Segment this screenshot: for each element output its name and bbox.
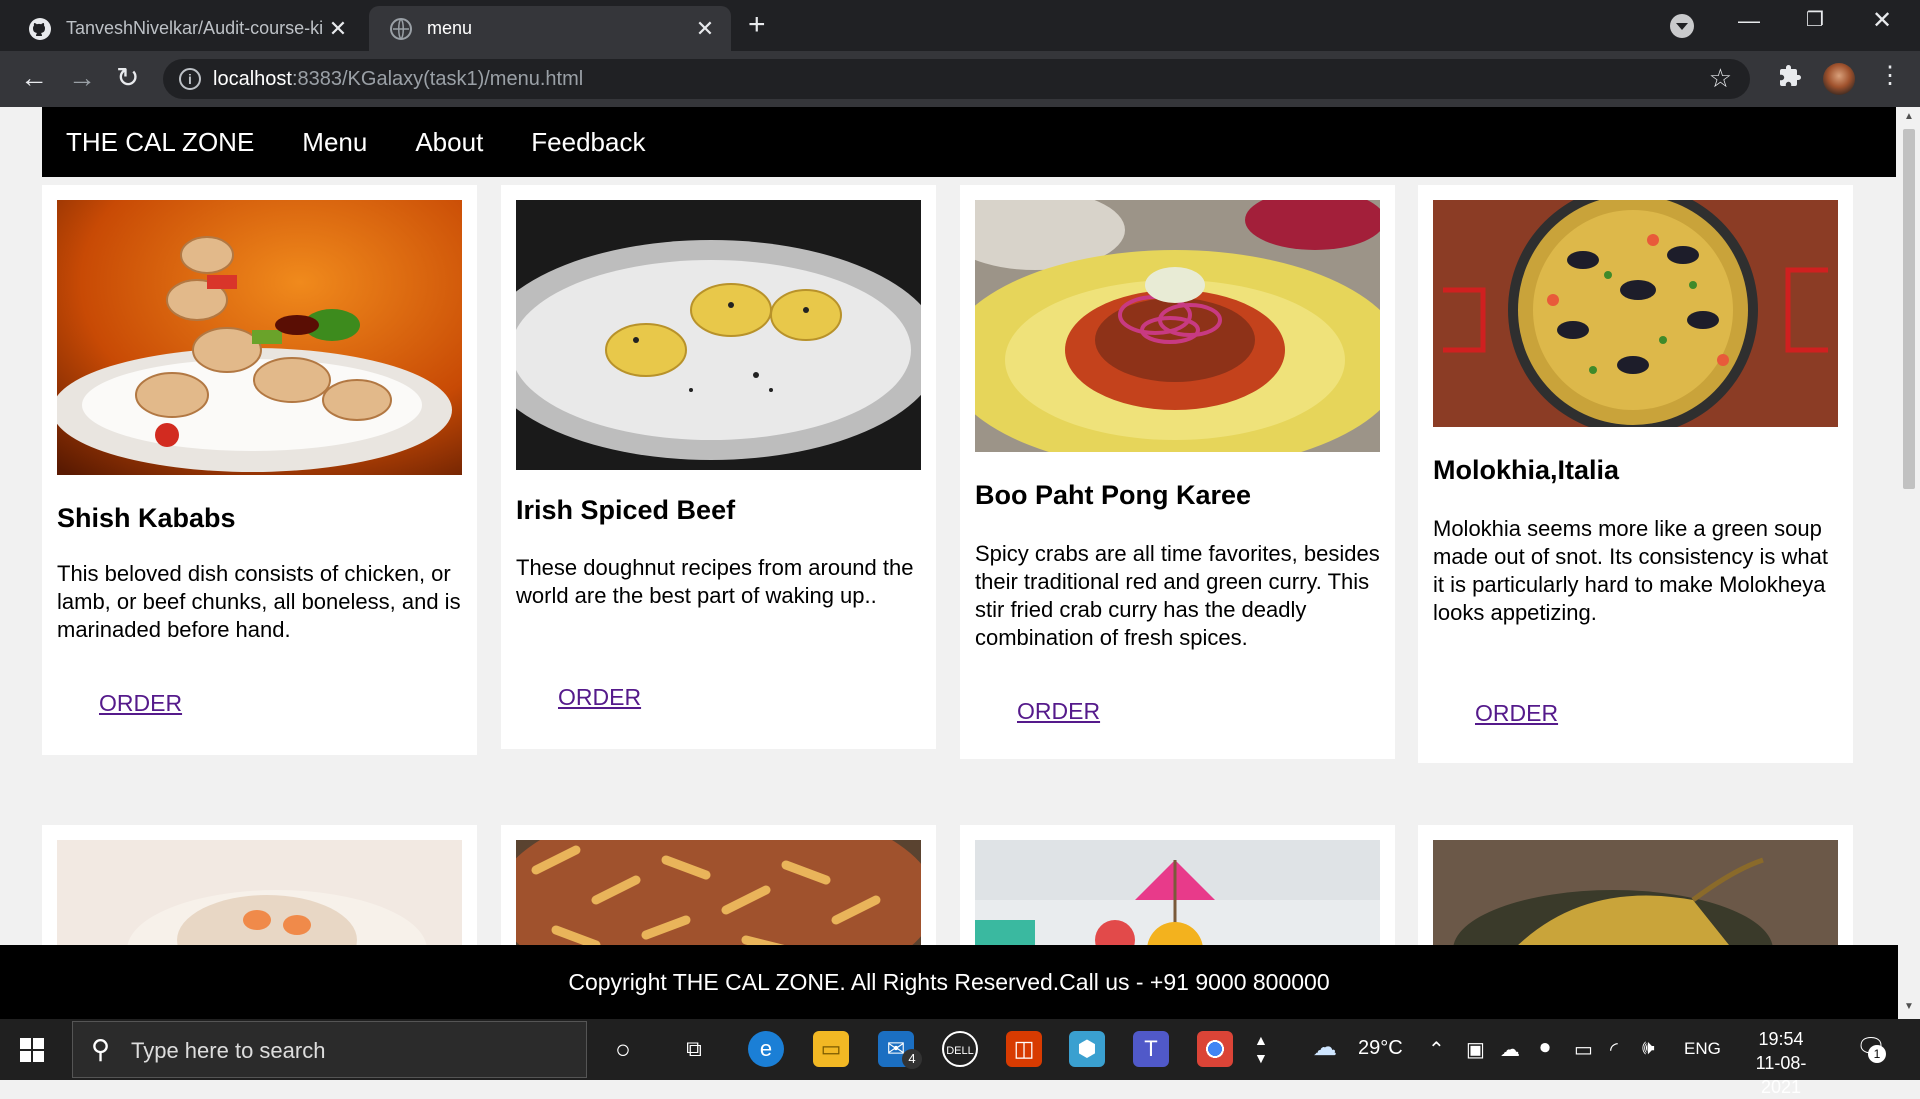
wifi-icon[interactable]: ◜ — [1610, 1037, 1618, 1062]
new-tab-icon[interactable]: + — [748, 8, 766, 42]
card-description: These doughnut recipes from around the w… — [516, 555, 914, 608]
pineapple-dessert-image — [1433, 840, 1838, 960]
card-title: Irish Spiced Beef — [516, 495, 736, 525]
restore-icon[interactable]: ❐ — [1806, 9, 1824, 31]
forward-icon[interactable]: → — [68, 61, 96, 95]
url-text[interactable]: localhost:8383/KGalaxy(task1)/menu.html — [213, 68, 583, 91]
site-navbar: THE CAL ZONE Menu About Feedback — [42, 107, 1896, 177]
clock-date: 11-08-2021 — [1755, 1053, 1807, 1097]
close-tab-icon[interactable]: ✕ — [693, 16, 717, 42]
close-window-icon[interactable]: ✕ — [1872, 9, 1892, 33]
profile-avatar[interactable] — [1823, 63, 1855, 95]
card-title: Boo Paht Pong Karee — [975, 480, 1252, 510]
teams-icon[interactable]: T — [1133, 1031, 1169, 1067]
site-info-icon[interactable]: i — [179, 68, 201, 90]
search-placeholder: Type here to search — [131, 1038, 326, 1063]
microphone-icon[interactable]: ⏺ — [1540, 1037, 1550, 1060]
globe-icon — [390, 17, 412, 40]
close-tab-icon[interactable]: ✕ — [326, 16, 350, 42]
nav-feedback[interactable]: Feedback — [531, 127, 645, 158]
boo-paht-pong-karee-image — [975, 200, 1380, 452]
nav-menu[interactable]: Menu — [302, 127, 367, 158]
tab-menu[interactable]: menu ✕ — [369, 6, 731, 51]
office-icon[interactable]: ◫ — [1006, 1031, 1042, 1067]
menu-card: Shish Kababs This beloved dish consists … — [42, 185, 477, 755]
penne-pasta-image — [516, 840, 921, 960]
page-scrollbar[interactable]: ▲ ▼ — [1898, 107, 1920, 1019]
show-hidden-icons[interactable]: ⌃ — [1428, 1037, 1445, 1062]
file-explorer-icon[interactable]: ▭ — [813, 1031, 849, 1067]
order-link[interactable]: ORDER — [1475, 700, 1558, 727]
dell-icon[interactable]: DELL — [942, 1031, 978, 1067]
page-viewport: THE CAL ZONE Menu About Feedback Shish K… — [0, 107, 1898, 1019]
chrome-menu-icon[interactable]: ⋮ — [1878, 61, 1902, 90]
order-link[interactable]: ORDER — [99, 690, 182, 717]
tab-search-icon[interactable] — [1670, 14, 1694, 38]
notification-center-icon[interactable]: 🗨1 — [1856, 1033, 1886, 1063]
mail-badge: 4 — [902, 1049, 922, 1069]
tab-title: TanveshNivelkar/Audit-course-ki — [66, 18, 324, 38]
molokhia-image — [1433, 200, 1838, 427]
brand-link[interactable]: THE CAL ZONE — [66, 127, 254, 158]
spring-roll-image — [57, 840, 462, 960]
card-description: Spicy crabs are all time favorites, besi… — [975, 541, 1380, 650]
menu-card: Molokhia,Italia Molokhia seems more like… — [1418, 185, 1853, 763]
card-description: This beloved dish consists of chicken, o… — [57, 561, 461, 642]
menu-card: Irish Spiced Beef These doughnut recipes… — [501, 185, 936, 749]
irish-spiced-beef-image — [516, 200, 921, 470]
nav-about[interactable]: About — [415, 127, 483, 158]
card-title: Molokhia,Italia — [1433, 455, 1620, 485]
search-icon: ⚲ — [91, 1034, 111, 1064]
onedrive-icon[interactable]: ☁ — [1500, 1037, 1520, 1062]
bookmark-star-icon[interactable]: ☆ — [1709, 63, 1732, 94]
order-link[interactable]: ORDER — [1017, 698, 1100, 725]
card-description: Molokhia seems more like a green soup ma… — [1433, 516, 1828, 625]
tab-github[interactable]: TanveshNivelkar/Audit-course-ki ✕ — [8, 6, 364, 51]
windows-taskbar: ⚲ Type here to search ○ ⧉ e ▭ ✉ 4 DELL ◫ … — [0, 1019, 1920, 1097]
mail-icon[interactable]: ✉ 4 — [878, 1031, 922, 1069]
browser-toolbar: ← → ↻ i localhost:8383/KGalaxy(task1)/me… — [0, 51, 1920, 107]
edge-icon[interactable]: e — [748, 1031, 784, 1067]
scroll-down-icon[interactable]: ▼ — [1904, 1001, 1914, 1012]
kebab-image — [57, 200, 462, 475]
github-icon — [29, 17, 51, 40]
extensions-icon[interactable] — [1778, 63, 1802, 96]
volume-icon[interactable]: 🕪 — [1642, 1037, 1655, 1060]
menu-card: Boo Paht Pong Karee Spicy crabs are all … — [960, 185, 1395, 759]
clock-time: 19:54 — [1758, 1029, 1804, 1049]
taskbar-overflow-icon[interactable]: ▲ ▼ — [1254, 1031, 1268, 1067]
cortana-icon[interactable]: ○ — [605, 1031, 641, 1067]
scrollbar-thumb[interactable] — [1903, 129, 1915, 489]
scroll-up-icon[interactable]: ▲ — [1904, 111, 1914, 122]
meet-now-icon[interactable]: ▣ — [1466, 1037, 1485, 1062]
site-footer: Copyright THE CAL ZONE. All Rights Reser… — [0, 945, 1898, 1019]
task-view-icon[interactable]: ⧉ — [676, 1031, 712, 1067]
weather-icon[interactable]: ☁ — [1313, 1033, 1337, 1062]
windows-start-icon[interactable] — [20, 1038, 44, 1062]
taskbar-clock[interactable]: 19:54 11-08-2021 — [1736, 1027, 1826, 1099]
app-cube-icon[interactable]: ⬢ — [1069, 1031, 1105, 1067]
reload-icon[interactable]: ↻ — [116, 61, 139, 95]
address-bar[interactable]: i localhost:8383/KGalaxy(task1)/menu.htm… — [163, 59, 1750, 99]
battery-icon[interactable]: ▭ — [1574, 1037, 1593, 1062]
minimize-icon[interactable]: — — [1738, 10, 1760, 32]
back-icon[interactable]: ← — [20, 61, 48, 95]
weather-temp[interactable]: 29°C — [1358, 1037, 1403, 1060]
tab-title: menu — [427, 18, 473, 38]
tab-strip: TanveshNivelkar/Audit-course-ki ✕ menu ✕… — [0, 0, 1920, 51]
taskbar-search-box[interactable]: ⚲ Type here to search — [72, 1021, 587, 1078]
chrome-icon[interactable] — [1197, 1031, 1233, 1067]
order-link[interactable]: ORDER — [558, 684, 641, 711]
notification-badge: 1 — [1868, 1045, 1886, 1063]
language-indicator[interactable]: ENG — [1684, 1039, 1721, 1059]
cocktail-image — [975, 840, 1380, 960]
card-title: Shish Kababs — [57, 503, 236, 533]
